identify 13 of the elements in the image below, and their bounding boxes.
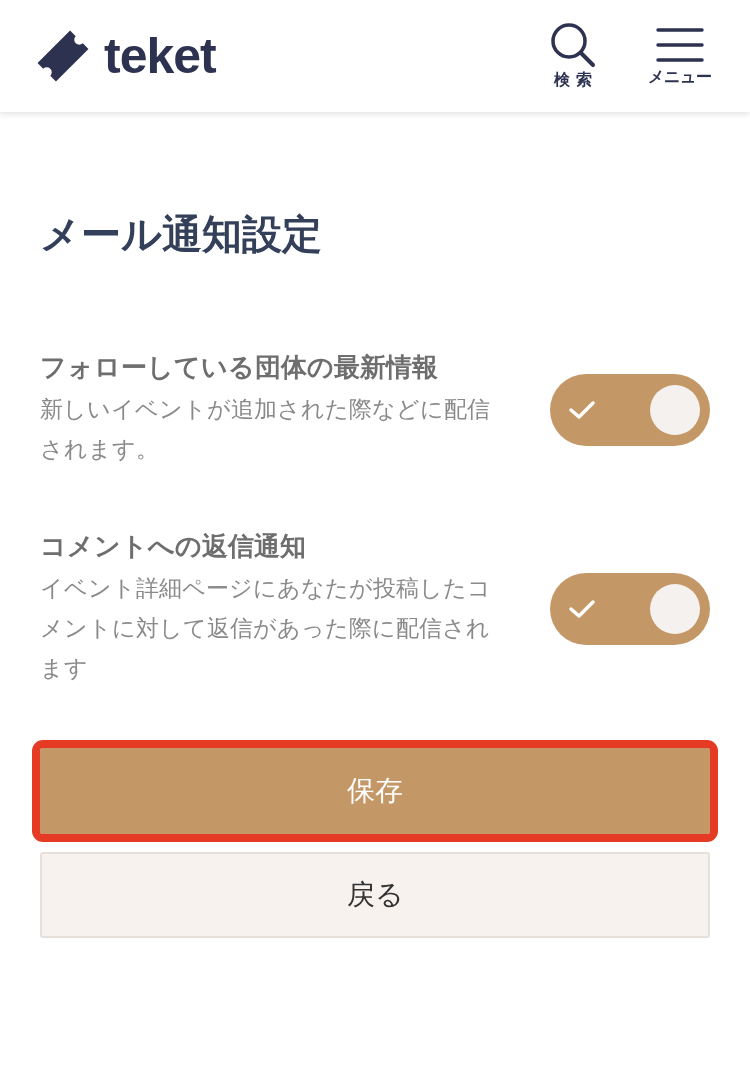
back-button[interactable]: 戻る (40, 852, 710, 938)
setting-description: 新しいイベントが追加された際などに配信されます。 (40, 395, 491, 464)
setting-title: コメントへの返信通知 (40, 530, 307, 563)
toggle-knob (650, 583, 700, 634)
menu-button[interactable]: メニュー (648, 24, 712, 88)
setting-title: フォローしている団体の最新情報 (40, 351, 439, 384)
check-icon (568, 597, 596, 620)
logo[interactable]: teket (104, 27, 216, 85)
check-icon (568, 398, 596, 421)
setting-description: イベント詳細ページにあなたが投稿したコメントに対して返信があった際に配信されます (40, 574, 492, 683)
search-button[interactable]: 検 索 (550, 21, 596, 91)
toggle-knob (650, 384, 700, 435)
page-title: メール通知設定 (40, 210, 323, 259)
